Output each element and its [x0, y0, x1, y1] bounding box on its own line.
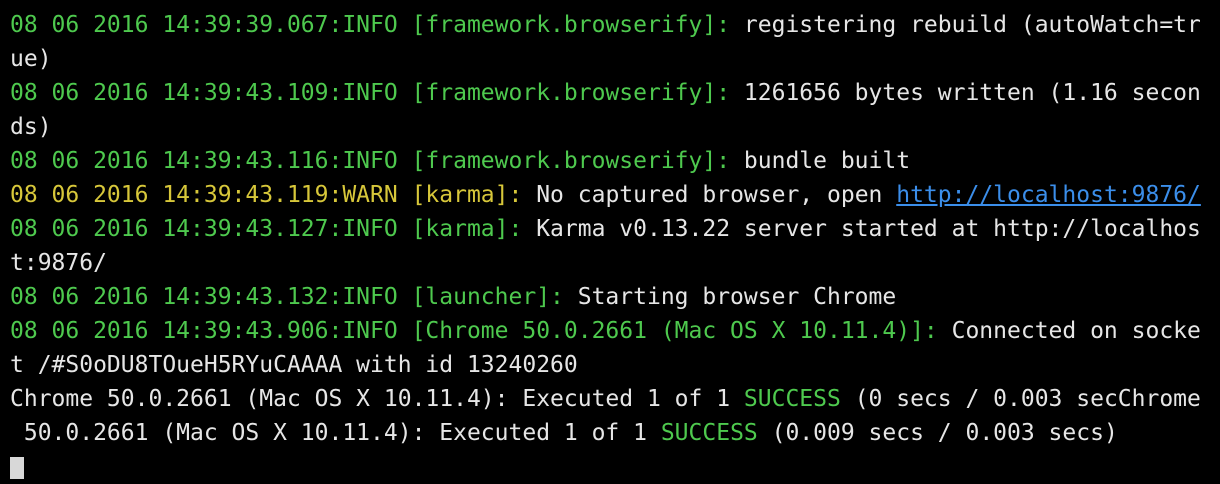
- success-status: SUCCESS: [743, 386, 841, 412]
- log-line-warn: 08 06 2016 14:39:43.119:WARN [karma]: No…: [10, 178, 1220, 212]
- log-message: No captured browser, open: [522, 182, 897, 208]
- log-message: registering rebuild (autoWatch=tr: [730, 12, 1201, 38]
- log-prefix-info: 08 06 2016 14:39:43.906:INFO [Chrome 50.…: [10, 318, 938, 344]
- log-line-wrap: ue): [10, 42, 1220, 76]
- log-line-wrap: ds): [10, 110, 1220, 144]
- log-line-wrap: t /#S0oDU8TOueH5RYuCAAAA with id 1324026…: [10, 348, 1220, 382]
- log-message: Connected on socke: [937, 318, 1201, 344]
- log-prefix-warn: 08 06 2016 14:39:43.119:WARN [karma]:: [10, 182, 523, 208]
- log-line: 08 06 2016 14:39:43.132:INFO [launcher]:…: [10, 280, 1220, 314]
- log-prefix-info: 08 06 2016 14:39:43.132:INFO [launcher]:: [10, 284, 564, 310]
- log-line: 08 06 2016 14:39:43.109:INFO [framework.…: [10, 76, 1220, 110]
- log-prefix-info: 08 06 2016 14:39:43.109:INFO [framework.…: [10, 80, 731, 106]
- text-cursor: [10, 457, 24, 479]
- log-message: Karma v0.13.22 server started at http://…: [522, 216, 1201, 242]
- test-result-timing: (0.009 secs / 0.003 secs): [757, 420, 1118, 446]
- prompt-line[interactable]: [10, 450, 1220, 484]
- log-message: Starting browser Chrome: [563, 284, 897, 310]
- test-result-line: 50.0.2661 (Mac OS X 10.11.4): Executed 1…: [10, 416, 1220, 450]
- test-result-text: Chrome 50.0.2661 (Mac OS X 10.11.4): Exe…: [10, 386, 744, 412]
- log-message: 1261656 bytes written (1.16 secon: [730, 80, 1201, 106]
- log-line: 08 06 2016 14:39:39.067:INFO [framework.…: [10, 8, 1220, 42]
- log-line-wrap: t:9876/: [10, 246, 1220, 280]
- log-line: 08 06 2016 14:39:43.127:INFO [karma]: Ka…: [10, 212, 1220, 246]
- log-prefix-info: 08 06 2016 14:39:43.116:INFO [framework.…: [10, 148, 731, 174]
- log-message: t /#S0oDU8TOueH5RYuCAAAA with id 1324026…: [10, 352, 578, 378]
- success-status: SUCCESS: [660, 420, 758, 446]
- terminal-window[interactable]: 08 06 2016 14:39:39.067:INFO [framework.…: [0, 0, 1220, 479]
- log-prefix-info: 08 06 2016 14:39:39.067:INFO [framework.…: [10, 12, 731, 38]
- test-result-timing: (0 secs / 0.003 secChrome: [840, 386, 1201, 412]
- log-line: 08 06 2016 14:39:43.116:INFO [framework.…: [10, 144, 1220, 178]
- test-result-line: Chrome 50.0.2661 (Mac OS X 10.11.4): Exe…: [10, 382, 1220, 416]
- localhost-link[interactable]: http://localhost:9876/: [896, 182, 1201, 208]
- log-message: ds): [10, 114, 52, 140]
- log-message: bundle built: [730, 148, 911, 174]
- log-prefix-info: 08 06 2016 14:39:43.127:INFO [karma]:: [10, 216, 523, 242]
- log-line: 08 06 2016 14:39:43.906:INFO [Chrome 50.…: [10, 314, 1220, 348]
- test-result-text: 50.0.2661 (Mac OS X 10.11.4): Executed 1…: [10, 420, 661, 446]
- log-message: ue): [10, 46, 52, 72]
- log-message: t:9876/: [10, 250, 107, 276]
